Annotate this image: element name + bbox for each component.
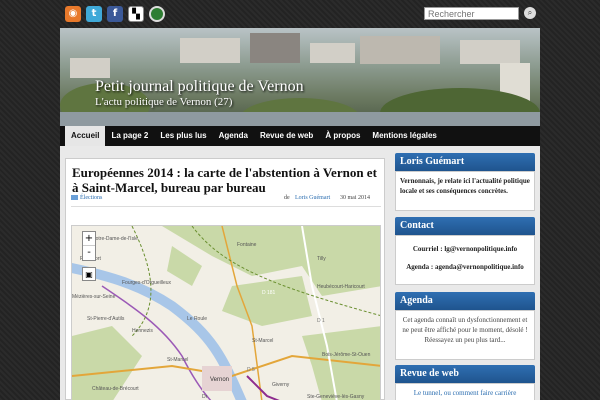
map-label: Bois-Jérôme-St-Ouen (322, 352, 371, 358)
post-by: de (284, 195, 290, 201)
widget-title-contact: Contact (395, 217, 535, 235)
zoom-out-button[interactable]: - (83, 246, 95, 260)
map-label: St-Pierre-d'Autils (87, 316, 125, 322)
map-canvas: Notre-Dame-de-l'Isle Fontaine Tilly Port… (72, 226, 380, 400)
map-label: Fourges-d'Orgueilleux (122, 280, 172, 286)
widget-body-revue-web[interactable]: Le tunnel, ou comment faire carrière (395, 383, 535, 400)
widget-title-revue-web: Revue de web (395, 365, 535, 383)
post-category[interactable]: Élections (80, 195, 102, 201)
map-zoom-control: + - (82, 231, 96, 261)
map-label: Château-de-Brécourt (92, 386, 139, 392)
map-label: St-Marcel (252, 338, 273, 344)
map-label: Giverny (272, 382, 290, 388)
divider (71, 206, 381, 207)
nav-item-a-propos[interactable]: À propos (319, 126, 366, 146)
post-author[interactable]: Loris Guémart (295, 195, 330, 201)
map-label: Vernon (210, 377, 229, 383)
facebook-icon[interactable]: f (107, 6, 123, 22)
nav-item-agenda[interactable]: Agenda (213, 126, 254, 146)
widget-body-contact: Courriel : lg@vernonpolitique.info Agend… (395, 235, 535, 285)
site-title[interactable]: Petit journal politique de Vernon (95, 78, 304, 96)
rss-icon[interactable]: ◉ (65, 6, 81, 22)
map-label: Hennezis (132, 328, 153, 334)
widget-body-author: Vernonnais, je relate ici l'actualité po… (395, 171, 535, 211)
map-label: Tilly (317, 256, 326, 262)
map-label: D 181 (262, 290, 276, 296)
social-links: ◉ t f ▚ (65, 6, 165, 22)
search-input[interactable] (424, 7, 519, 20)
contact-email[interactable]: Courriel : lg@vernonpolitique.info (400, 244, 530, 254)
top-bar: ◉ t f ▚ ⌕ (0, 0, 600, 28)
contact-agenda[interactable]: Agenda : agenda@vernonpolitique.info (400, 262, 530, 272)
map-label: D 5 (247, 367, 255, 373)
map-label: Ste-Geneviève-lès-Gasny (307, 394, 365, 400)
category-icon (71, 195, 78, 200)
zoom-in-button[interactable]: + (83, 232, 95, 246)
post-article: Européennes 2014 : la carte de l'abstent… (65, 158, 385, 400)
map-label: Notre-Dame-de-l'Isle (92, 236, 138, 242)
widget-title-agenda: Agenda (395, 292, 535, 310)
other-icon[interactable] (149, 6, 165, 22)
camera-icon[interactable]: ▣ (82, 267, 96, 281)
map[interactable]: Notre-Dame-de-l'Isle Fontaine Tilly Port… (71, 225, 381, 400)
widget-body-agenda: Cet agenda connaît un dysfonctionnement … (395, 310, 535, 360)
map-label: Fontaine (237, 242, 257, 248)
header-banner: Petit journal politique de Vernon L'actu… (60, 28, 540, 126)
nav-item-mentions[interactable]: Mentions légales (366, 126, 442, 146)
widget-title-author: Loris Guémart (395, 153, 535, 171)
site-tagline: L'actu politique de Vernon (27) (95, 96, 233, 108)
nav-item-accueil[interactable]: Accueil (65, 126, 106, 146)
map-label: D 1 (317, 318, 325, 324)
map-label: Heubécourt-Haricourt (317, 284, 365, 290)
twitter-icon[interactable]: t (86, 6, 102, 22)
map-label: Dr (202, 394, 208, 400)
nav-item-plus-lus[interactable]: Les plus lus (154, 126, 212, 146)
delicious-icon[interactable]: ▚ (128, 6, 144, 22)
search-icon[interactable]: ⌕ (524, 7, 536, 19)
map-label: Mézières-sur-Seine (72, 294, 116, 300)
map-label: Le Roule (187, 316, 207, 322)
post-date: 30 mai 2014 (340, 195, 370, 201)
nav-item-revue-web[interactable]: Revue de web (254, 126, 319, 146)
post-title[interactable]: Européennes 2014 : la carte de l'abstent… (72, 165, 382, 195)
nav-item-page-2[interactable]: La page 2 (105, 126, 154, 146)
main-nav: Accueil La page 2 Les plus lus Agenda Re… (60, 126, 540, 146)
map-label: St-Marcel (167, 357, 188, 363)
